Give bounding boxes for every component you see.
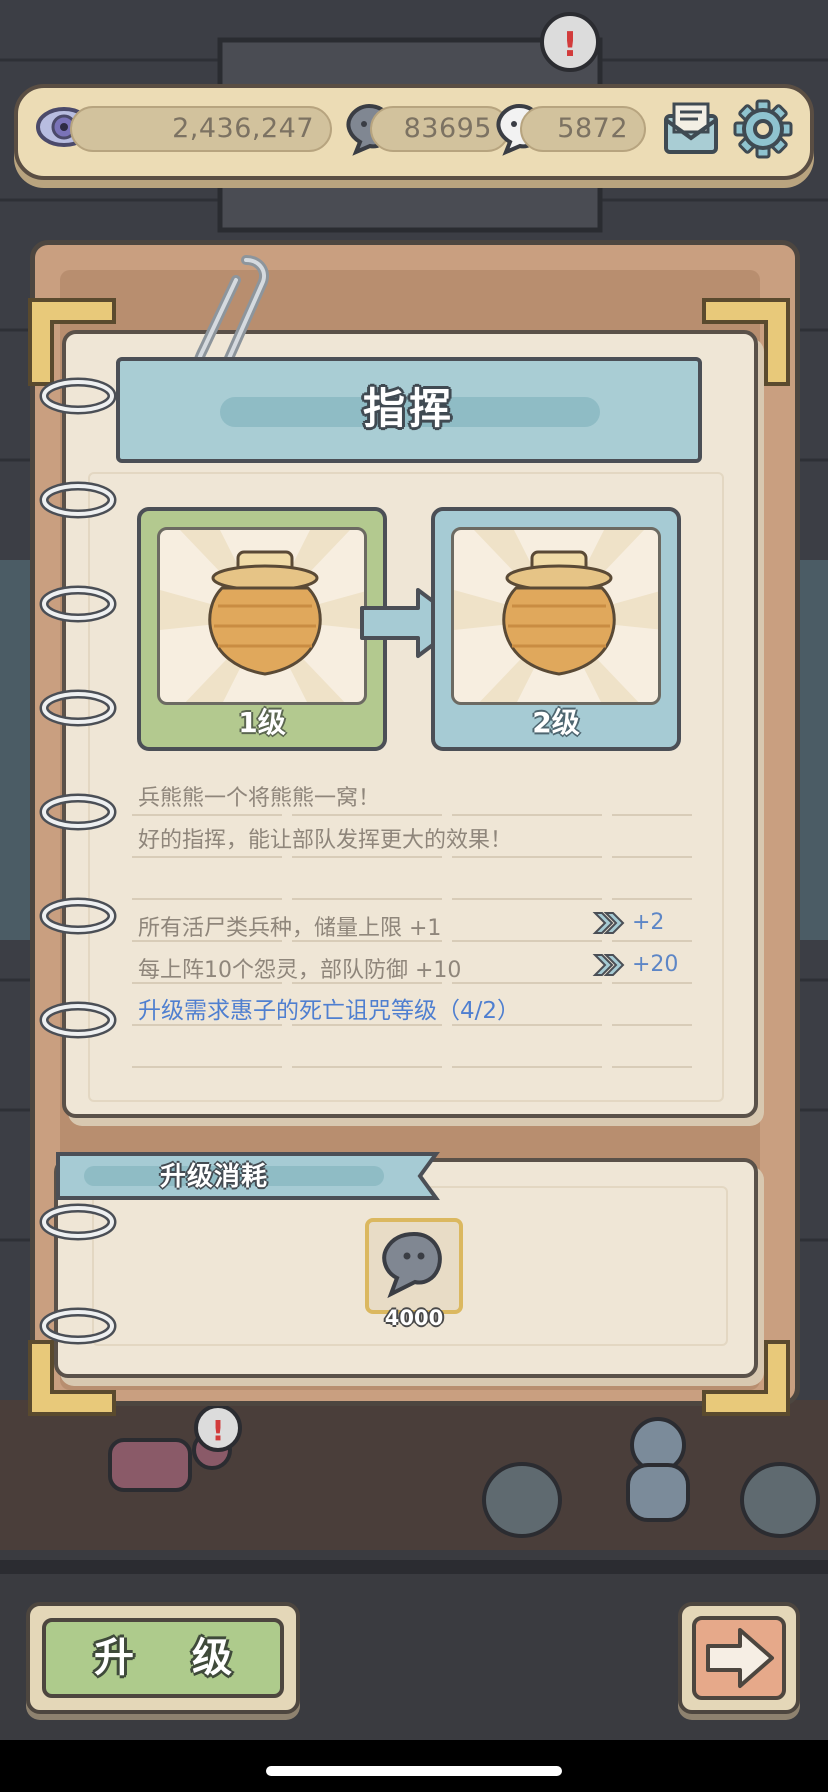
ruled-line xyxy=(132,898,692,900)
cost-amount: 4000 xyxy=(384,1306,444,1330)
ruled-line xyxy=(132,814,692,816)
next-level-card: 2级 xyxy=(431,507,681,751)
ruled-line xyxy=(132,1024,692,1026)
page-title: 指挥 xyxy=(362,384,455,433)
cost-title: 升级消耗 xyxy=(160,1162,269,1192)
upgrade-button-label: 升 级 xyxy=(94,1635,254,1681)
upgrade-requirement: 升级需求惠子的死亡诅咒等级（4/2） xyxy=(138,998,521,1024)
ruled-line xyxy=(132,1066,692,1068)
stat-line-2: 每上阵10个怨灵，部队防御 +10 xyxy=(138,958,462,983)
jar-icon xyxy=(208,550,322,676)
next-page-button[interactable] xyxy=(678,1602,800,1714)
next-level-label: 2级 xyxy=(532,706,580,739)
upgrade-button[interactable]: 升 级 xyxy=(26,1602,300,1714)
description-line-1: 兵熊熊一个将熊熊一窝！ xyxy=(138,786,381,811)
current-level-card: 1级 xyxy=(137,507,387,751)
ruled-line xyxy=(132,982,692,984)
mail-icon[interactable] xyxy=(660,100,722,158)
description-line-2: 好的指挥，能让部队发挥更大的效果！ xyxy=(138,828,513,853)
double-chevron-icon xyxy=(592,954,625,976)
light-soul-counter: 5872 xyxy=(520,106,646,152)
dark-soul-icon xyxy=(382,1231,442,1299)
ruled-line xyxy=(132,940,692,942)
cost-item-slot xyxy=(365,1218,463,1314)
svg-text:!: ! xyxy=(562,25,578,65)
svg-text:!: ! xyxy=(212,1414,225,1447)
dark-soul-counter: 83695 xyxy=(370,106,510,152)
jar-icon xyxy=(502,550,616,676)
stat-line-1: 所有活尸类兵种，储量上限 +1 xyxy=(138,916,442,941)
double-chevron-icon xyxy=(592,912,625,934)
stat-next-value-1: +2 xyxy=(632,910,665,935)
current-level-art xyxy=(157,527,367,705)
home-indicator[interactable] xyxy=(266,1766,562,1776)
vision-counter: 2,436,247 xyxy=(70,106,332,152)
title-banner: 指挥 xyxy=(116,357,702,463)
arrow-right-icon xyxy=(706,1628,774,1688)
next-page-button-face xyxy=(692,1616,786,1700)
settings-gear-icon[interactable] xyxy=(732,98,794,160)
next-level-art xyxy=(451,527,661,705)
ruled-line xyxy=(132,856,692,858)
stat-next-value-2: +20 xyxy=(632,952,679,977)
current-level-label: 1级 xyxy=(238,706,286,739)
upgrade-button-face: 升 级 xyxy=(42,1618,284,1698)
